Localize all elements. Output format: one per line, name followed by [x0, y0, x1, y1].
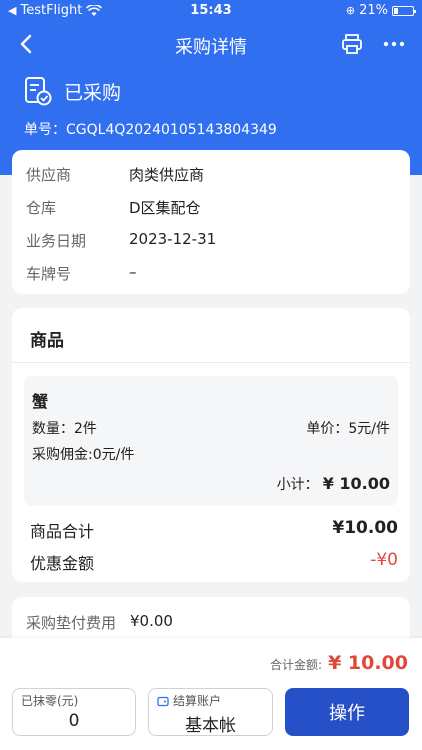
grand-total-value: ¥ 10.00 [328, 652, 408, 674]
info-row-business-date: 业务日期 2023-12-31 [26, 230, 216, 251]
fee-value: ¥0.00 [130, 612, 173, 630]
discount-value: -¥0 [370, 550, 398, 570]
status-label: 已采购 [64, 81, 122, 104]
info-label: 业务日期 [26, 232, 87, 250]
info-value: D区集配仓 [129, 199, 201, 217]
goods-total-label: 商品合计 [30, 522, 95, 541]
status-bar: ◀ TestFlight 15:43 ⊕ 21% [0, 0, 422, 22]
info-row-warehouse: 仓库 D区集配仓 [26, 197, 201, 218]
discount-label: 优惠金额 [30, 554, 95, 573]
item-name: 蟹 [32, 392, 49, 411]
goods-section-title: 商品 [30, 331, 64, 351]
info-label: 仓库 [26, 199, 57, 217]
info-value: 2023-12-31 [129, 230, 217, 248]
goods-total-row: 商品合计 ¥10.00 [30, 518, 398, 542]
rounding-off-field[interactable]: 已抹零(元) 0 [12, 688, 136, 736]
nav-bar: 采购详情 [0, 22, 422, 66]
item-commission: 采购佣金:0元/件 [32, 447, 135, 463]
order-checked-icon [25, 77, 52, 106]
settlement-account-field[interactable]: 结算账户 基本帐 [148, 688, 273, 736]
more-icon[interactable] [382, 32, 406, 56]
goods-item[interactable]: 蟹 数量：2件 单价：5元/件 采购佣金:0元/件 小计： ¥ 10.00 [24, 376, 398, 506]
info-value: 肉类供应商 [129, 166, 205, 184]
settlement-account-label-wrap: 结算账户 [157, 692, 221, 709]
fee-label: 采购垫付费用 [26, 614, 117, 632]
discount-row: 优惠金额 -¥0 [30, 550, 398, 574]
item-quantity: 数量：2件 [32, 421, 97, 437]
settlement-account-label: 结算账户 [173, 694, 222, 708]
info-row-plate-number: 车牌号 – [26, 263, 137, 284]
rounding-off-value: 0 [68, 711, 80, 731]
bottom-action-bar: 合计金额: ¥ 10.00 已抹零(元) 0 结算账户 基本帐 操作 [0, 638, 422, 750]
order-info-card: 供应商 肉类供应商 仓库 D区集配仓 业务日期 2023-12-31 车牌号 – [12, 150, 410, 294]
subtotal-value: ¥ 10.00 [322, 474, 390, 493]
subtotal-label: 小计： [276, 477, 319, 493]
order-number: 单号：CGQL4Q20240105143804349 [24, 122, 277, 138]
item-subtotal: 小计： ¥ 10.00 [277, 474, 390, 494]
print-icon[interactable] [340, 32, 364, 56]
battery-percent: 21% [359, 3, 388, 18]
goods-card: 商品 蟹 数量：2件 单价：5元/件 采购佣金:0元/件 小计： ¥ 10.00… [12, 308, 410, 582]
item-unit-price: 单价：5元/件 [306, 421, 390, 437]
goods-total-value: ¥10.00 [332, 518, 398, 538]
grand-total: 合计金额: ¥ 10.00 [270, 652, 408, 674]
order-status: 已采购 [24, 76, 121, 106]
info-label: 供应商 [26, 166, 72, 184]
info-row-supplier: 供应商 肉类供应商 [26, 164, 204, 185]
grand-total-label: 合计金额: [270, 658, 323, 672]
divider [12, 362, 410, 363]
action-button[interactable]: 操作 [285, 688, 409, 736]
info-value: – [129, 263, 137, 281]
wallet-icon [157, 696, 169, 706]
settlement-account-value: 基本帐 [185, 716, 236, 736]
battery-icon [392, 5, 416, 16]
rounding-off-label: 已抹零(元) [21, 694, 79, 708]
info-label: 车牌号 [26, 265, 72, 283]
orientation-lock-icon: ⊕ [345, 4, 356, 17]
